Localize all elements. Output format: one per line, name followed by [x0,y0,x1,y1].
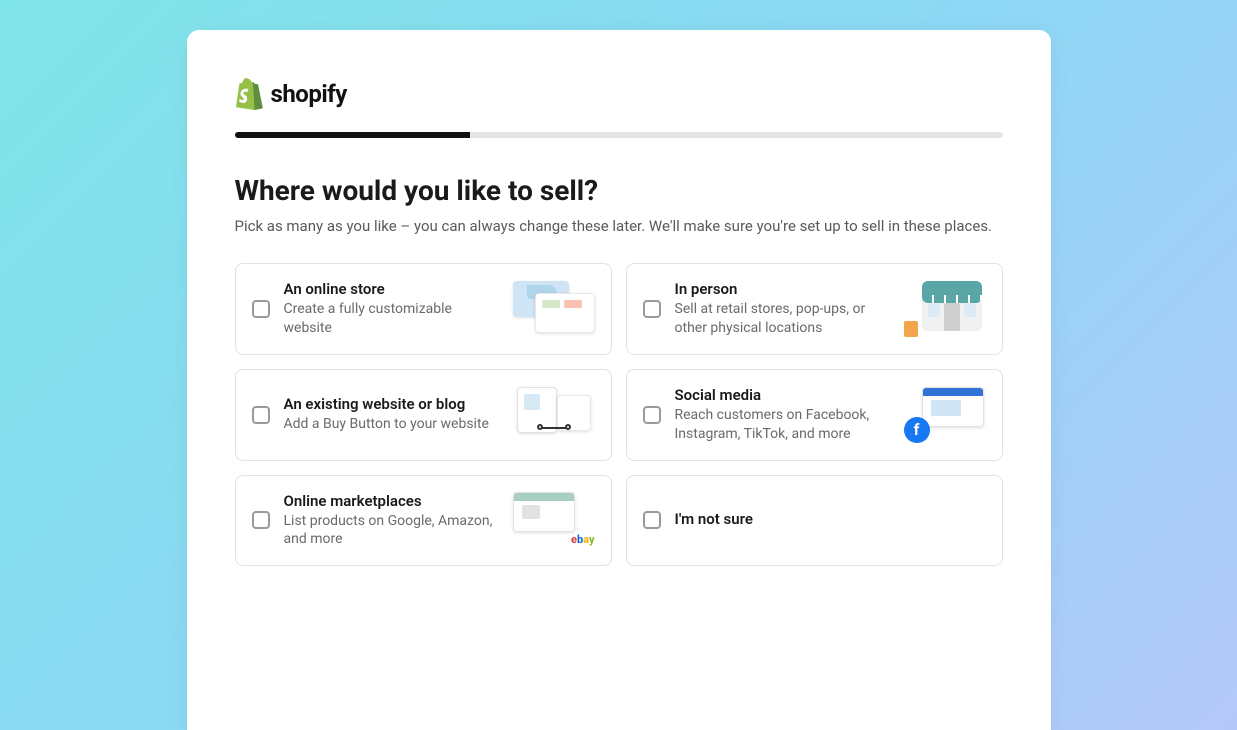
checkbox[interactable] [643,406,661,424]
option-online-store[interactable]: An online store Create a fully customiza… [235,263,612,355]
checkbox[interactable] [252,406,270,424]
page-subtitle: Pick as many as you like – you can alway… [235,217,1003,235]
storefront-illustration-icon [904,281,986,337]
option-social-media[interactable]: Social media Reach customers on Facebook… [626,369,1003,461]
facebook-icon: f [904,417,930,443]
option-title: Online marketplaces [284,492,499,510]
option-title: An existing website or blog [284,395,499,413]
option-desc: Create a fully customizable website [284,300,499,338]
option-desc: Reach customers on Facebook, Instagram, … [675,406,890,444]
brand-logo: shopify [235,78,1003,110]
option-existing-website[interactable]: An existing website or blog Add a Buy Bu… [235,369,612,461]
marketplaces-illustration-icon: ebay [513,492,595,548]
option-title: I'm not sure [675,510,986,528]
option-desc: Add a Buy Button to your website [284,415,499,434]
progress-bar [235,132,1003,138]
brand-name: shopify [271,80,347,108]
page-title: Where would you like to sell? [235,174,1003,207]
option-in-person[interactable]: In person Sell at retail stores, pop-ups… [626,263,1003,355]
checkbox[interactable] [643,511,661,529]
social-media-illustration-icon: f [904,387,986,443]
shopify-bag-icon [235,78,263,110]
buy-button-illustration-icon [513,387,595,443]
option-title: Social media [675,386,890,404]
options-grid: An online store Create a fully customiza… [235,263,1003,566]
option-desc: List products on Google, Amazon, and mor… [284,512,499,550]
ebay-icon: ebay [571,533,595,546]
progress-fill [235,132,471,138]
option-not-sure[interactable]: I'm not sure [626,475,1003,567]
option-desc: Sell at retail stores, pop-ups, or other… [675,300,890,338]
option-online-marketplaces[interactable]: Online marketplaces List products on Goo… [235,475,612,567]
option-title: An online store [284,280,499,298]
option-title: In person [675,280,890,298]
online-store-illustration-icon [513,281,595,337]
checkbox[interactable] [252,300,270,318]
checkbox[interactable] [643,300,661,318]
onboarding-card: shopify Where would you like to sell? Pi… [187,30,1051,730]
checkbox[interactable] [252,511,270,529]
